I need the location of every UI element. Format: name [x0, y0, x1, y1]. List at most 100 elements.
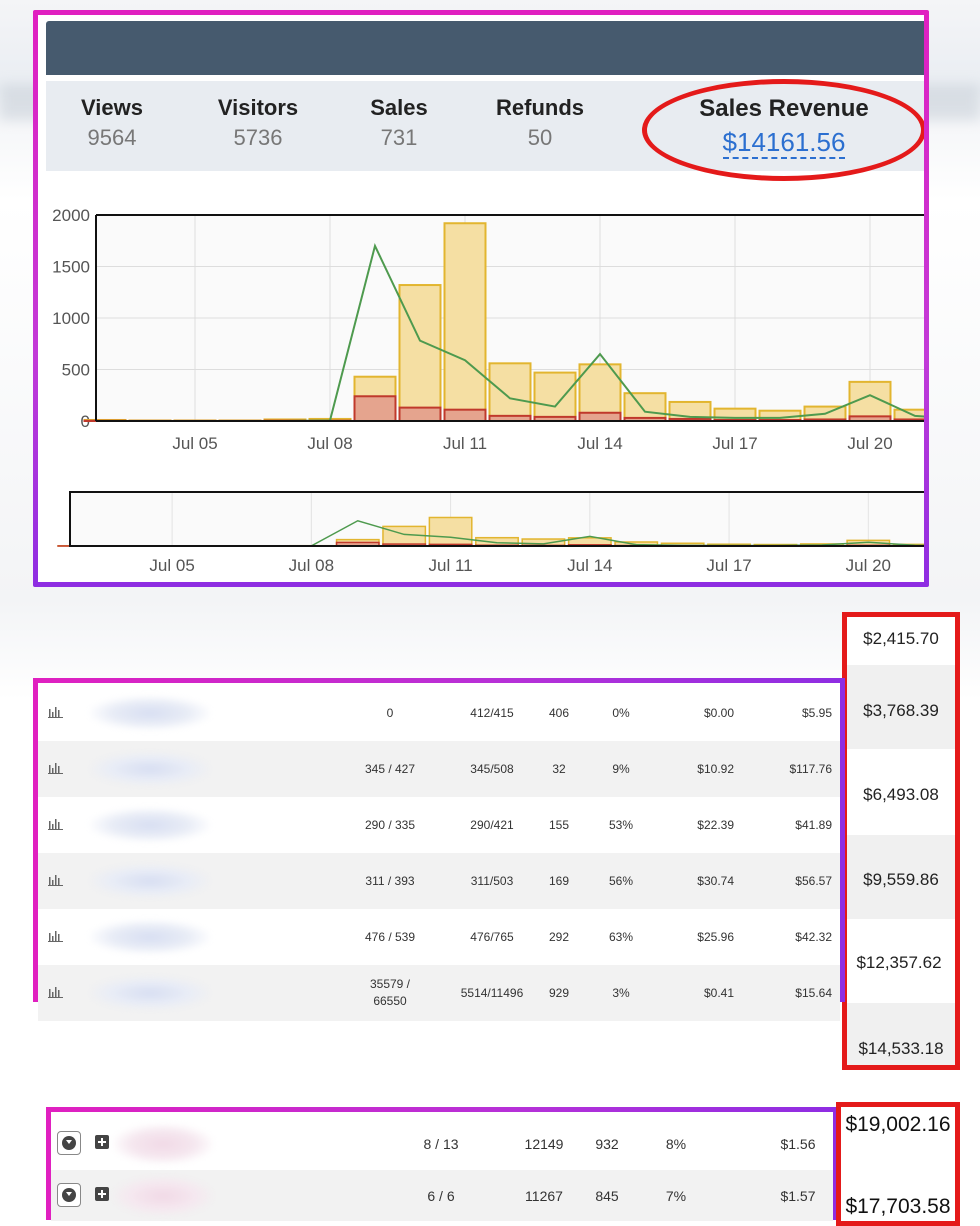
- table-row[interactable]: 0 412/415 406 0% $0.00 $5.95: [38, 685, 840, 741]
- plus-square-icon[interactable]: [95, 1135, 109, 1149]
- chevron-down-icon: [62, 1188, 76, 1202]
- navigator-sales-bar: [428, 516, 473, 547]
- table-row[interactable]: 476 / 539 476/765 292 63% $25.96 $42.32: [38, 909, 840, 965]
- table-row[interactable]: 290 / 335 290/421 155 53% $22.39 $41.89: [38, 797, 840, 853]
- table-cell: 0: [358, 685, 422, 741]
- revenue-cell: $9,559.86: [863, 870, 939, 889]
- cell-text: 35579 / 66550: [369, 977, 411, 1008]
- table-cell: $56.57: [748, 853, 832, 909]
- y-tick-label: 500: [62, 361, 90, 380]
- expand-dropdown-button[interactable]: [57, 1183, 81, 1207]
- cell-text: $56.57: [795, 873, 832, 888]
- revenue-cell: $3,768.39: [863, 701, 939, 720]
- navigator-x-tick-label: Jul 08: [289, 556, 334, 575]
- navigator-x-tick-label: Jul 14: [567, 556, 612, 575]
- bar-chart-icon[interactable]: [48, 986, 64, 998]
- table-row[interactable]: 6 / 6 11267 845 7% $1.57: [51, 1170, 833, 1221]
- table-cell: $1.57: [763, 1170, 833, 1221]
- table-cell: 35579 / 66550: [358, 965, 422, 1021]
- table-cell: 6 / 6: [403, 1170, 479, 1221]
- blurred-name: [90, 752, 210, 786]
- cell-text: 311 / 393: [365, 873, 415, 888]
- table-cell: 11267: [509, 1170, 579, 1221]
- sales-bar: [443, 222, 487, 422]
- refund-bar: [443, 408, 487, 423]
- cell-text: 406: [548, 705, 570, 720]
- cell-text: 476 / 539: [364, 929, 416, 944]
- table-cell: 3%: [598, 965, 644, 1021]
- cell-text: 155: [548, 817, 570, 832]
- table-cell: $15.64: [748, 965, 832, 1021]
- bar-chart-icon[interactable]: [48, 818, 64, 830]
- cell-text: 6 / 6: [427, 1187, 455, 1204]
- table-cell: $10.92: [664, 741, 734, 797]
- sales-bar: [533, 371, 577, 422]
- refund-bar: [353, 395, 397, 422]
- table-cell: $5.95: [748, 685, 832, 741]
- table-cell: 845: [579, 1170, 635, 1221]
- blurred-name: [113, 1176, 213, 1216]
- chevron-down-icon: [62, 1136, 76, 1150]
- table-cell: 7%: [647, 1170, 705, 1221]
- table-cell: $1.56: [763, 1118, 833, 1169]
- cell-text: $30.74: [697, 873, 734, 888]
- cell-text: 11267: [525, 1187, 563, 1204]
- revenue-cell: $17,703.58: [845, 1195, 951, 1218]
- cell-text: 311/503: [470, 873, 514, 888]
- bar-chart-icon[interactable]: [48, 874, 64, 886]
- x-tick-label: Jul 17: [712, 434, 757, 453]
- revenue-highlight-box: $19,002.16 $17,703.58: [836, 1102, 960, 1226]
- table-cell: 345 / 427: [358, 741, 422, 797]
- cell-text: 7%: [665, 1187, 687, 1204]
- cell-text: 3%: [612, 985, 630, 1000]
- cell-text: 5514/11496: [460, 985, 524, 1000]
- x-tick-label: Jul 14: [577, 434, 622, 453]
- cell-text: $5.95: [801, 705, 832, 720]
- cell-text: 412/415: [470, 705, 514, 720]
- table-cell: $41.89: [748, 797, 832, 853]
- sales-chart: 0500100015002000Jul 05Jul 08Jul 11Jul 14…: [52, 206, 924, 575]
- table-cell: 169: [538, 853, 580, 909]
- table-cell: 476/765: [458, 909, 526, 965]
- navigator-x-tick-label: Jul 05: [149, 556, 194, 575]
- cell-text: 476/765: [470, 929, 514, 944]
- table-row[interactable]: 311 / 393 311/503 169 56% $30.74 $56.57: [38, 853, 840, 909]
- cell-text: 290/421: [470, 817, 514, 832]
- table-row[interactable]: 345 / 427 345/508 32 9% $10.92 $117.76: [38, 741, 840, 797]
- cell-text: 53%: [608, 817, 634, 832]
- blurred-name: [90, 864, 210, 898]
- table-cell: $117.76: [748, 741, 833, 797]
- table-cell: 929: [538, 965, 580, 1021]
- expand-dropdown-button[interactable]: [57, 1131, 81, 1155]
- cell-text: 56%: [608, 873, 634, 888]
- cell-text: 169: [548, 873, 570, 888]
- summary-table: 8 / 13 12149 932 8% $1.56 6 / 6 11267 845 7% $1.5…: [46, 1107, 838, 1221]
- table-cell: $25.96: [664, 909, 734, 965]
- cell-text: 929: [548, 985, 570, 1000]
- blurred-name: [113, 1124, 213, 1164]
- cell-text: 9%: [612, 761, 630, 776]
- cell-text: 8 / 13: [423, 1135, 459, 1152]
- bar-chart-icon[interactable]: [48, 930, 64, 942]
- y-tick-label: 1000: [52, 309, 90, 328]
- cell-text: $117.76: [789, 761, 833, 776]
- table-row[interactable]: 35579 / 66550 5514/11496 929 3% $0.41 $15.64: [38, 965, 840, 1021]
- navigator-x-tick-label: Jul 17: [706, 556, 751, 575]
- cell-text: 8%: [665, 1135, 687, 1152]
- cell-text: $0.00: [703, 705, 734, 720]
- table-row[interactable]: 8 / 13 12149 932 8% $1.56: [51, 1118, 833, 1169]
- table-cell: 412/415: [458, 685, 526, 741]
- table-cell: 311 / 393: [358, 853, 422, 909]
- table-cell: 32: [538, 741, 580, 797]
- table-cell: 155: [538, 797, 580, 853]
- revenue-cell: $14,533.18: [858, 1039, 944, 1058]
- plus-square-icon[interactable]: [95, 1187, 109, 1201]
- blurred-name: [90, 696, 210, 730]
- revenue-cell: $6,493.08: [863, 785, 939, 804]
- bar-chart-icon[interactable]: [48, 706, 64, 718]
- cell-text: $15.64: [795, 985, 832, 1000]
- cell-text: 345 / 427: [364, 761, 416, 776]
- bar-chart-icon[interactable]: [48, 762, 64, 774]
- sales-bar: [488, 362, 532, 423]
- revenue-highlight-column: $2,415.70 $3,768.39 $6,493.08 $9,559.86 …: [842, 612, 960, 1070]
